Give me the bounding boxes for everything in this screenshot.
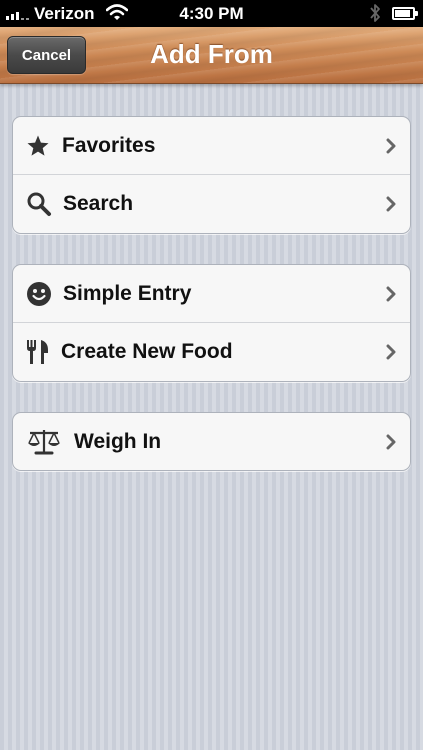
list-item-weigh-in[interactable]: Weigh In xyxy=(13,413,410,470)
status-bar: Verizon 4:30 PM xyxy=(0,0,423,27)
chevron-right-icon xyxy=(386,196,396,212)
scale-icon xyxy=(27,413,61,470)
chevron-right-icon xyxy=(386,344,396,360)
status-time: 4:30 PM xyxy=(179,4,244,23)
list-item-favorites[interactable]: Favorites xyxy=(13,117,410,175)
battery-icon xyxy=(392,7,418,20)
list-item-label: Create New Food xyxy=(61,340,233,363)
list-item-search[interactable]: Search xyxy=(13,175,410,233)
list-item-simple-entry[interactable]: Simple Entry xyxy=(13,265,410,323)
nav-bar: Cancel Add From xyxy=(0,27,423,84)
list-item-label: Search xyxy=(63,192,134,215)
list-item-create-new-food[interactable]: Create New Food xyxy=(13,323,410,381)
magnifier-icon xyxy=(26,175,52,233)
list-item-label: Weigh In xyxy=(74,430,162,453)
star-icon xyxy=(26,117,50,175)
bluetooth-icon xyxy=(370,4,380,22)
list-item-label: Favorites xyxy=(62,134,156,157)
fork-knife-icon xyxy=(26,323,50,381)
list-group-2: Simple Entry Create New Food xyxy=(12,264,411,382)
page-title: Add From xyxy=(150,39,273,69)
list-group-1: Favorites Search xyxy=(12,116,411,234)
chevron-right-icon xyxy=(386,434,396,450)
chevron-right-icon xyxy=(386,286,396,302)
list-item-label: Simple Entry xyxy=(63,282,192,305)
list-group-3: Weigh In xyxy=(12,412,411,471)
smiley-icon xyxy=(26,265,52,323)
chevron-right-icon xyxy=(386,138,396,154)
